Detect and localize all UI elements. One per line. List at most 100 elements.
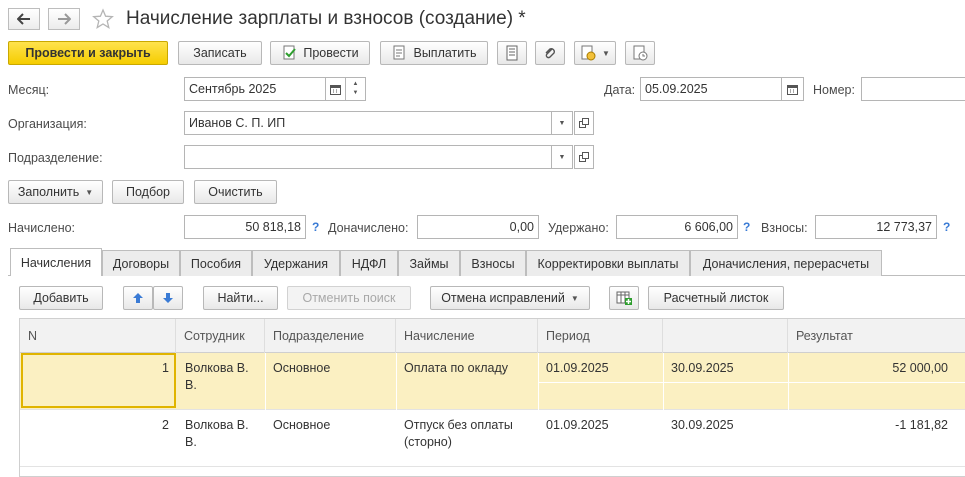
month-calendar-button[interactable]: [325, 77, 346, 101]
tab-ndfl[interactable]: НДФЛ: [340, 250, 398, 276]
column-header-department[interactable]: Подразделение: [265, 319, 396, 353]
row-accrual: Оплата по окладу: [404, 361, 509, 375]
chevron-down-icon: ▼: [85, 187, 94, 197]
accruals-table: N Сотрудник Подразделение Начисление Пер…: [19, 318, 965, 477]
back-button[interactable]: [8, 8, 40, 30]
contributions-label: Взносы:: [761, 221, 808, 235]
tab-loans[interactable]: Займы: [398, 250, 460, 276]
tab-recalculations[interactable]: Доначисления, перерасчеты: [690, 250, 882, 276]
column-header-n[interactable]: N: [20, 319, 176, 353]
date-label: Дата:: [604, 83, 636, 97]
post-button[interactable]: Провести: [270, 41, 370, 65]
arrow-down-icon: [163, 293, 173, 303]
spinner-up-icon[interactable]: ▲: [353, 80, 359, 89]
department-field[interactable]: [184, 145, 552, 169]
favorite-star-icon[interactable]: [92, 8, 114, 33]
history-document-icon: [633, 45, 648, 61]
arrow-up-icon: [133, 293, 143, 303]
row-employee: Волкова В. В.: [185, 361, 249, 392]
pay-document-icon: [393, 45, 405, 60]
chevron-down-icon: ▼: [570, 293, 579, 303]
column-divider: [265, 353, 266, 410]
withheld-value: 6 606,00: [616, 215, 738, 239]
save-button[interactable]: Записать: [178, 41, 262, 65]
organization-label: Организация:: [8, 117, 87, 131]
clear-button[interactable]: Очистить: [194, 180, 277, 204]
row-department: Основное: [273, 418, 331, 432]
withheld-help-icon[interactable]: ?: [743, 220, 750, 234]
tab-contributions[interactable]: Взносы: [460, 250, 526, 276]
month-field[interactable]: Сентябрь 2025: [184, 77, 326, 101]
column-header-employee[interactable]: Сотрудник: [176, 319, 265, 353]
column-header-accrual[interactable]: Начисление: [396, 319, 538, 353]
row-period-start: 01.09.2025: [546, 418, 609, 432]
pay-button[interactable]: Выплатить: [380, 41, 488, 65]
cancel-corrections-label: Отмена исправлений: [441, 291, 565, 305]
tab-deductions[interactable]: Удержания: [252, 250, 340, 276]
table-row[interactable]: 1 Волкова В. В. Основное Оплата по оклад…: [20, 353, 965, 410]
column-divider: [396, 353, 397, 410]
date-field[interactable]: 05.09.2025: [640, 77, 782, 101]
find-button[interactable]: Найти...: [203, 286, 278, 310]
tab-benefits[interactable]: Пособия: [180, 250, 252, 276]
accrued-value: 50 818,18: [184, 215, 306, 239]
column-header-period-end[interactable]: [663, 319, 788, 353]
payslip-button[interactable]: Расчетный листок: [648, 286, 784, 310]
structure-button[interactable]: [497, 41, 527, 65]
number-field[interactable]: [861, 77, 965, 101]
paperclip-icon: [545, 48, 555, 59]
calendar-icon: [330, 84, 341, 95]
table-header: N Сотрудник Подразделение Начисление Пер…: [20, 319, 965, 353]
withheld-label: Удержано:: [548, 221, 609, 235]
cancel-corrections-button[interactable]: Отмена исправлений ▼: [430, 286, 590, 310]
accrued-help-icon[interactable]: ?: [312, 220, 319, 234]
tab-contracts[interactable]: Договоры: [102, 250, 180, 276]
pay-button-label: Выплатить: [413, 46, 477, 60]
tab-payment-adjustments[interactable]: Корректировки выплаты: [526, 250, 690, 276]
row-period-start: 01.09.2025: [546, 361, 609, 375]
attach-files-button[interactable]: [535, 41, 565, 65]
chevron-down-icon: ▼: [558, 119, 566, 127]
history-button[interactable]: [625, 41, 655, 65]
table-row[interactable]: 2 Волкова В. В. Основное Отпуск без опла…: [20, 410, 965, 467]
move-up-button[interactable]: [123, 286, 153, 310]
extra-accrued-value: 0,00: [417, 215, 539, 239]
row-number: 1: [162, 361, 169, 375]
department-label: Подразделение:: [8, 151, 103, 165]
spinner-down-icon[interactable]: ▼: [353, 89, 359, 98]
list-icon: [506, 45, 518, 61]
row-period-end: 30.09.2025: [671, 361, 734, 375]
contributions-help-icon[interactable]: ?: [943, 220, 950, 234]
column-header-period[interactable]: Период: [538, 319, 663, 353]
pick-button[interactable]: Подбор: [112, 180, 184, 204]
print-menu-button[interactable]: ▼: [574, 41, 616, 65]
row-result: -1 181,82: [895, 418, 948, 432]
print-document-icon: [581, 45, 596, 61]
accrued-label: Начислено:: [8, 221, 76, 235]
date-calendar-button[interactable]: [781, 77, 804, 101]
add-row-button[interactable]: Добавить: [19, 286, 103, 310]
department-dropdown-button[interactable]: ▼: [551, 145, 573, 169]
month-spinner[interactable]: ▲ ▼: [345, 77, 366, 101]
tab-accruals[interactable]: Начисления: [10, 248, 102, 276]
row-period-end: 30.09.2025: [671, 418, 734, 432]
move-down-button[interactable]: [153, 286, 183, 310]
organization-dropdown-button[interactable]: ▼: [551, 111, 573, 135]
organization-open-button[interactable]: [574, 111, 594, 135]
fill-button[interactable]: Заполнить ▼: [8, 180, 103, 204]
arrow-right-icon: [58, 13, 71, 25]
add-columns-button[interactable]: [609, 286, 639, 310]
column-header-result[interactable]: Результат: [788, 319, 965, 353]
post-button-label: Провести: [303, 46, 359, 60]
cancel-search-button[interactable]: Отменить поиск: [287, 286, 411, 310]
organization-field[interactable]: Иванов С. П. ИП: [184, 111, 552, 135]
post-document-icon: [283, 45, 297, 60]
table-add-icon: [616, 291, 632, 305]
forward-button[interactable]: [48, 8, 80, 30]
contributions-value: 12 773,37: [815, 215, 937, 239]
department-open-button[interactable]: [574, 145, 594, 169]
post-and-close-button[interactable]: Провести и закрыть: [8, 41, 168, 65]
open-window-icon: [579, 118, 589, 128]
row-number: 2: [162, 418, 169, 432]
row-subdivider: [538, 382, 965, 383]
